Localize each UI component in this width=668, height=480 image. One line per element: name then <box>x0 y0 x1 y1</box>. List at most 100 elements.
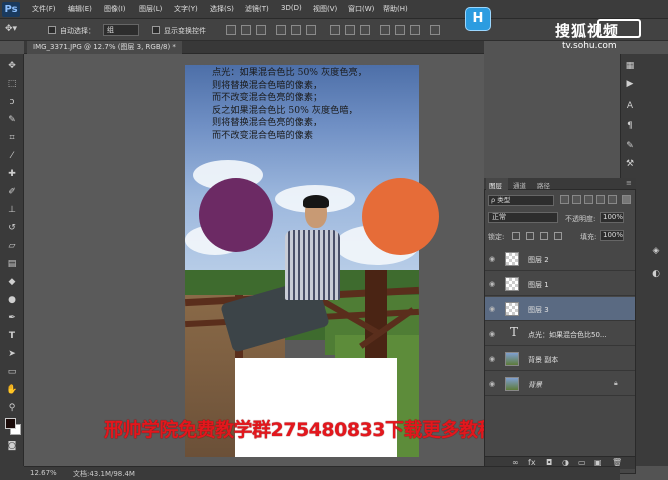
align-vcenter-icon[interactable] <box>241 25 251 35</box>
auto-select-label: 自动选择： <box>60 27 95 35</box>
show-transform-checkbox[interactable] <box>152 26 160 34</box>
lock-all-icon[interactable] <box>554 232 562 240</box>
path-select-tool-icon[interactable]: ➤ <box>6 348 18 360</box>
lock-transparency-icon[interactable] <box>512 232 520 240</box>
zoom-tool-icon[interactable]: ⚲ <box>6 402 18 414</box>
tools-bottom <box>0 466 24 480</box>
eraser-tool-icon[interactable]: ▱ <box>6 240 18 252</box>
layer-thumbnail <box>505 277 519 291</box>
visibility-eye-icon[interactable]: ◉ <box>489 330 497 338</box>
menu-edit[interactable]: 编辑(E) <box>68 4 92 14</box>
distribute-vcenter-icon[interactable] <box>345 25 355 35</box>
brush-panel-icon[interactable]: ✎ <box>624 140 636 152</box>
visibility-eye-icon[interactable]: ◉ <box>489 355 497 363</box>
opacity-input[interactable]: 100% <box>600 212 624 223</box>
paragraph-panel-icon[interactable]: ¶ <box>624 120 636 132</box>
shape-tool-icon[interactable]: ▭ <box>6 366 18 378</box>
tool-presets-icon[interactable]: ⚒ <box>624 158 636 170</box>
eyedropper-tool-icon[interactable]: ⁄ <box>6 150 18 162</box>
smart-object-filter-icon[interactable] <box>608 195 617 204</box>
align-left-icon[interactable] <box>276 25 286 35</box>
shape-filter-icon[interactable] <box>596 195 605 204</box>
menu-window[interactable]: 窗口(W) <box>348 4 374 14</box>
channels-panel-icon[interactable]: ◐ <box>650 268 662 280</box>
menu-layer[interactable]: 图层(L) <box>139 4 162 14</box>
foreground-color-swatch[interactable] <box>5 418 16 429</box>
layer-name[interactable]: 背景 副本 <box>528 355 558 365</box>
visibility-eye-icon[interactable]: ◉ <box>489 305 497 313</box>
layer-thumbnail <box>505 302 519 316</box>
menu-view[interactable]: 视图(V) <box>313 4 337 14</box>
sohu-url: tv.sohu.com <box>562 41 617 51</box>
panel-menu-icon[interactable]: ≡ <box>626 179 632 187</box>
layer-name[interactable]: 图层 1 <box>528 280 549 290</box>
auto-select-dropdown[interactable]: 组 <box>103 24 139 36</box>
visibility-eye-icon[interactable]: ◉ <box>489 280 497 288</box>
move-icon[interactable]: ✥▾ <box>5 24 17 34</box>
text-layer-icon: T <box>510 325 519 339</box>
menu-filter[interactable]: 滤镜(T) <box>245 4 269 14</box>
adjustment-filter-icon[interactable] <box>572 195 581 204</box>
tab-layers[interactable]: 图层 <box>489 180 502 190</box>
history-panel-icon[interactable]: ▦ <box>624 60 636 72</box>
document-tab[interactable]: IMG_3371.JPG @ 12.7% (图层 3, RGB/8) * <box>27 41 182 54</box>
move-tool-icon[interactable]: ✥ <box>6 60 18 72</box>
blend-mode-dropdown[interactable]: 正常 <box>488 212 558 223</box>
layers-panel-icon[interactable]: ◈ <box>650 245 662 257</box>
history-brush-tool-icon[interactable]: ↺ <box>6 222 18 234</box>
clone-stamp-tool-icon[interactable]: ⊥ <box>6 204 18 216</box>
menu-image[interactable]: 图像(I) <box>104 4 126 14</box>
healing-tool-icon[interactable]: ✚ <box>6 168 18 180</box>
pixel-filter-icon[interactable] <box>560 195 569 204</box>
quick-mask-icon[interactable]: ◙ <box>6 440 18 452</box>
distribute-hcenter-icon[interactable] <box>395 25 405 35</box>
layer-name[interactable]: 图层 3 <box>528 305 549 315</box>
blur-tool-icon[interactable]: ◆ <box>6 276 18 288</box>
lock-position-icon[interactable] <box>540 232 548 240</box>
fill-input[interactable]: 100% <box>600 230 624 241</box>
h-badge: H <box>466 8 490 30</box>
tab-paths[interactable]: 路径 <box>537 180 550 190</box>
lock-pixels-icon[interactable] <box>526 232 534 240</box>
menu-type[interactable]: 文字(Y) <box>174 4 198 14</box>
character-panel-icon[interactable]: A <box>624 100 636 112</box>
layer-name[interactable]: 点光：如果混合色比50... <box>528 330 607 340</box>
lock-label: 锁定: <box>488 233 505 241</box>
tab-channels[interactable]: 通道 <box>513 180 526 190</box>
distribute-top-icon[interactable] <box>330 25 340 35</box>
menu-select[interactable]: 选择(S) <box>210 4 234 14</box>
gradient-tool-icon[interactable]: ▤ <box>6 258 18 270</box>
align-hcenter-icon[interactable] <box>291 25 301 35</box>
lasso-tool-icon[interactable]: ↄ <box>6 96 18 108</box>
filter-toggle-icon[interactable] <box>622 195 631 204</box>
quick-select-tool-icon[interactable]: ✎ <box>6 114 18 126</box>
doc-size-info[interactable]: 文档:43.1M/98.4M <box>73 469 135 479</box>
menu-help[interactable]: 帮助(H) <box>383 4 408 14</box>
layer-name[interactable]: 图层 2 <box>528 255 549 265</box>
crop-tool-icon[interactable]: ⌗ <box>6 132 18 144</box>
distribute-left-icon[interactable] <box>380 25 390 35</box>
type-filter-icon[interactable] <box>584 195 593 204</box>
visibility-eye-icon[interactable]: ◉ <box>489 255 497 263</box>
auto-align-icon[interactable] <box>430 25 440 35</box>
align-top-icon[interactable] <box>226 25 236 35</box>
layer-filter-dropdown[interactable]: ρ 类型 <box>488 195 554 206</box>
layer-name[interactable]: 背景 <box>528 380 542 390</box>
align-right-icon[interactable] <box>306 25 316 35</box>
dodge-tool-icon[interactable]: ● <box>6 294 18 306</box>
distribute-right-icon[interactable] <box>410 25 420 35</box>
type-tool-icon[interactable]: T <box>6 330 18 342</box>
hand-tool-icon[interactable]: ✋ <box>6 384 18 396</box>
visibility-eye-icon[interactable]: ◉ <box>489 380 497 388</box>
auto-select-checkbox[interactable] <box>48 26 56 34</box>
pen-tool-icon[interactable]: ✒ <box>6 312 18 324</box>
brush-tool-icon[interactable]: ✐ <box>6 186 18 198</box>
zoom-level[interactable]: 12.67% <box>30 469 57 477</box>
distribute-bottom-icon[interactable] <box>360 25 370 35</box>
canvas-text-block: 点光：如果混合色比 50% 灰度色亮， 则将替换混合色暗的像素， 而不改变混合色… <box>212 67 367 143</box>
actions-panel-icon[interactable]: ▶ <box>624 78 636 90</box>
align-bottom-icon[interactable] <box>256 25 266 35</box>
marquee-tool-icon[interactable]: ⬚ <box>6 78 18 90</box>
menu-file[interactable]: 文件(F) <box>32 4 56 14</box>
menu-3d[interactable]: 3D(D) <box>281 4 302 12</box>
